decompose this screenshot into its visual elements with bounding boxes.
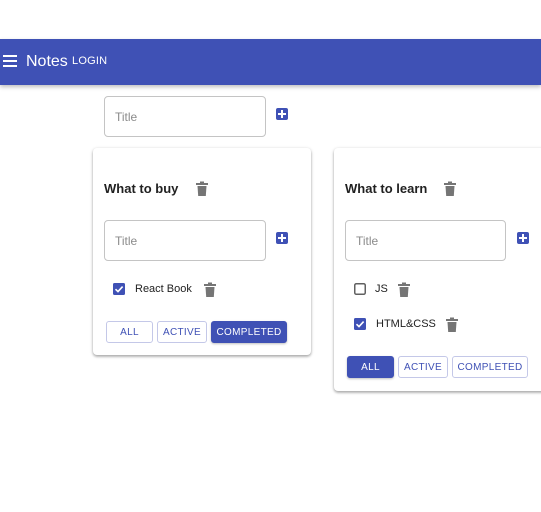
todolist-card-what-to-buy: What to buy React Book ALL ACTIVE COMPLE… (93, 148, 311, 355)
add-task-icon[interactable] (517, 232, 529, 244)
task-label[interactable]: HTML&CSS (376, 318, 436, 330)
login-button[interactable]: LOGIN (72, 55, 107, 67)
filter-completed-button[interactable]: COMPLETED (211, 321, 287, 343)
delete-list-icon[interactable] (443, 181, 457, 197)
delete-task-icon[interactable] (445, 317, 459, 333)
todolist-card-what-to-learn: What to learn JS HTML&CSS ALL ACTIVE COM… (334, 148, 541, 391)
delete-task-icon[interactable] (203, 282, 217, 298)
todolist-title[interactable]: What to learn (345, 181, 427, 196)
menu-icon[interactable] (3, 55, 17, 67)
new-task-field[interactable] (345, 220, 506, 261)
task-checkbox-checked[interactable] (354, 318, 366, 330)
new-list-title-field[interactable] (104, 96, 266, 137)
delete-task-icon[interactable] (397, 282, 411, 298)
todolist-title[interactable]: What to buy (104, 181, 178, 196)
new-list-title-input[interactable] (105, 97, 265, 136)
filter-active-button[interactable]: ACTIVE (398, 356, 448, 378)
app-bar: Notes LOGIN (0, 39, 541, 85)
new-task-input[interactable] (105, 221, 265, 260)
filter-all-button[interactable]: ALL (106, 321, 153, 343)
new-task-field[interactable] (104, 220, 266, 261)
filter-all-button[interactable]: ALL (347, 356, 394, 378)
task-checkbox-checked[interactable] (113, 283, 125, 295)
app-title: Notes (26, 53, 68, 70)
filter-active-button[interactable]: ACTIVE (157, 321, 207, 343)
new-task-input[interactable] (346, 221, 505, 260)
task-checkbox-unchecked[interactable] (354, 283, 366, 295)
task-label[interactable]: JS (375, 283, 388, 295)
task-label[interactable]: React Book (135, 283, 192, 295)
add-task-icon[interactable] (276, 232, 288, 244)
delete-list-icon[interactable] (195, 181, 209, 197)
add-list-icon[interactable] (276, 108, 288, 120)
filter-completed-button[interactable]: COMPLETED (452, 356, 528, 378)
